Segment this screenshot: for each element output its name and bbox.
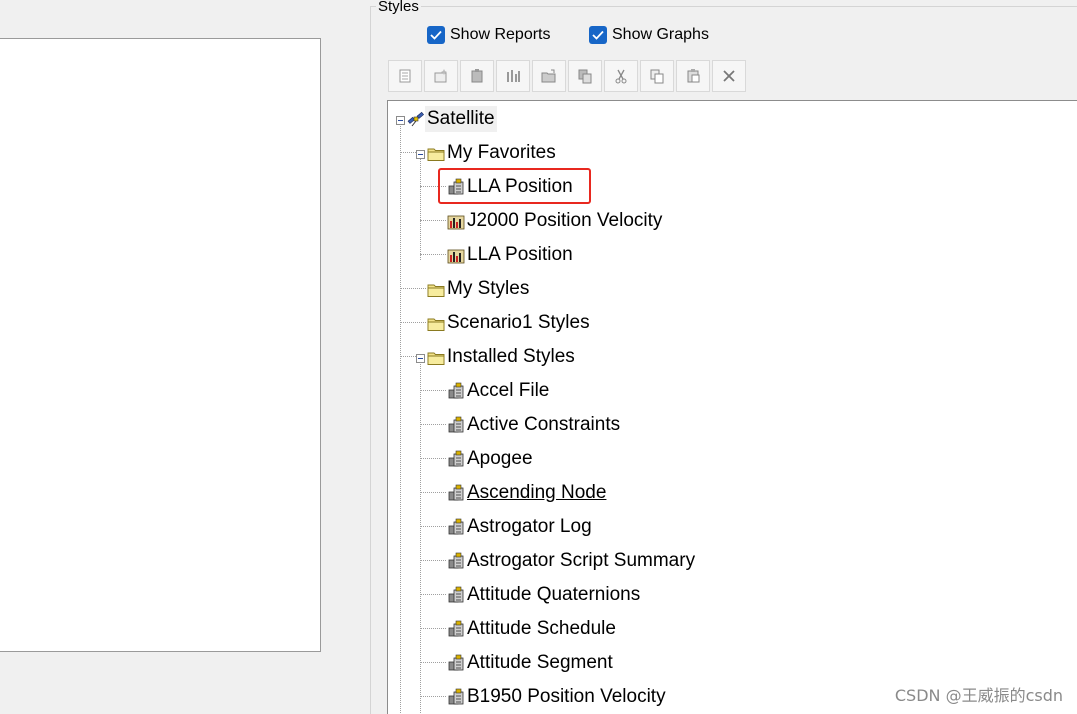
report-style-icon — [447, 484, 465, 502]
tree-connector — [400, 124, 401, 714]
duplicate-button[interactable] — [568, 60, 602, 92]
tree-connector — [420, 390, 446, 391]
tree-node-attitude-quaternions[interactable]: Attitude Quaternions — [447, 582, 642, 608]
paste-icon — [687, 69, 700, 83]
chart-properties-icon — [507, 70, 520, 82]
report-style-icon — [447, 688, 465, 706]
tree-connector — [420, 424, 446, 425]
properties-icon — [471, 69, 483, 83]
cut-button[interactable] — [604, 60, 638, 92]
report-style-icon — [447, 518, 465, 536]
properties-button[interactable] — [460, 60, 494, 92]
collapse-my-favorites-toggle[interactable] — [416, 150, 425, 159]
tree-connector — [420, 526, 446, 527]
report-style-icon — [447, 654, 465, 672]
tree-connector — [400, 288, 426, 289]
tree-node-attitude-schedule[interactable]: Attitude Schedule — [447, 616, 618, 642]
styles-group-title: Styles — [376, 0, 421, 17]
paste-button[interactable] — [676, 60, 710, 92]
copy-icon — [650, 69, 664, 84]
tree-node-scenario1-styles[interactable]: Scenario1 Styles — [427, 310, 592, 336]
tree-node-installed-styles[interactable]: Installed Styles — [427, 344, 577, 370]
duplicate-icon — [578, 69, 592, 84]
new-graph-icon — [434, 69, 447, 83]
open-button[interactable] — [532, 60, 566, 92]
satellite-icon — [407, 110, 425, 128]
report-style-icon — [447, 552, 465, 570]
report-style-icon — [447, 620, 465, 638]
graph-style-icon — [447, 212, 465, 230]
checkbox-checked-icon[interactable] — [427, 26, 445, 44]
red-highlight-box — [438, 168, 591, 204]
tree-node-b1950-position-velocity[interactable]: B1950 Position Velocity — [447, 684, 668, 710]
tree-node-satellite[interactable]: Satellite — [407, 106, 497, 132]
tree-node-favorite-j2000-graph[interactable]: J2000 Position Velocity — [447, 208, 664, 234]
styles-toolbar — [388, 60, 748, 92]
tree-connector — [420, 492, 446, 493]
watermark-text: CSDN @王威振的csdn — [894, 686, 1063, 705]
show-graphs-checkbox[interactable]: Show Graphs — [589, 23, 709, 47]
report-style-icon — [447, 382, 465, 400]
tree-node-ascending-node[interactable]: Ascending Node — [447, 480, 608, 506]
tree-connector — [400, 322, 426, 323]
new-graph-button[interactable] — [424, 60, 458, 92]
tree-node-astrogator-log[interactable]: Astrogator Log — [447, 514, 594, 540]
copy-button[interactable] — [640, 60, 674, 92]
report-style-icon — [447, 586, 465, 604]
tree-connector — [420, 696, 446, 697]
tree-connector — [420, 220, 446, 221]
show-reports-label: Show Reports — [450, 26, 551, 43]
tree-node-attitude-segment[interactable]: Attitude Segment — [447, 650, 615, 676]
new-report-icon — [399, 69, 411, 83]
tree-node-my-favorites[interactable]: My Favorites — [427, 140, 558, 166]
groupbox-border-top — [370, 6, 1077, 7]
new-report-button[interactable] — [388, 60, 422, 92]
tree-connector — [400, 152, 416, 153]
show-graphs-label: Show Graphs — [612, 26, 709, 43]
folder-icon — [427, 280, 445, 298]
tree-node-apogee[interactable]: Apogee — [447, 446, 535, 472]
app-window: Styles Show Reports Show Graphs Satellit… — [0, 0, 1077, 714]
tree-node-accel-file[interactable]: Accel File — [447, 378, 551, 404]
tree-node-my-styles[interactable]: My Styles — [427, 276, 531, 302]
tree-node-active-constraints[interactable]: Active Constraints — [447, 412, 622, 438]
chart-properties-button[interactable] — [496, 60, 530, 92]
collapse-installed-styles-toggle[interactable] — [416, 354, 425, 363]
tree-node-favorite-lla-position-graph[interactable]: LLA Position — [447, 242, 575, 268]
groupbox-border-left — [370, 6, 371, 714]
show-reports-checkbox[interactable]: Show Reports — [427, 23, 551, 47]
folder-icon — [427, 144, 445, 162]
tree-connector — [420, 662, 446, 663]
tree-connector — [400, 356, 416, 357]
tree-connector — [420, 628, 446, 629]
report-style-icon — [447, 416, 465, 434]
delete-button[interactable] — [712, 60, 746, 92]
open-icon — [541, 69, 556, 83]
tree-connector — [420, 158, 421, 260]
collapse-satellite-toggle[interactable] — [396, 116, 405, 125]
tree-node-astrogator-script-summary[interactable]: Astrogator Script Summary — [447, 548, 697, 574]
folder-icon — [427, 314, 445, 332]
left-list-panel[interactable] — [0, 38, 321, 652]
tree-connector — [420, 560, 446, 561]
folder-icon — [427, 348, 445, 366]
report-style-icon — [447, 450, 465, 468]
tree-connector — [420, 458, 446, 459]
tree-connector — [420, 594, 446, 595]
checkbox-checked-icon[interactable] — [589, 26, 607, 44]
delete-icon — [723, 70, 735, 82]
graph-style-icon — [447, 246, 465, 264]
cut-icon — [615, 69, 627, 84]
tree-connector — [420, 254, 446, 255]
